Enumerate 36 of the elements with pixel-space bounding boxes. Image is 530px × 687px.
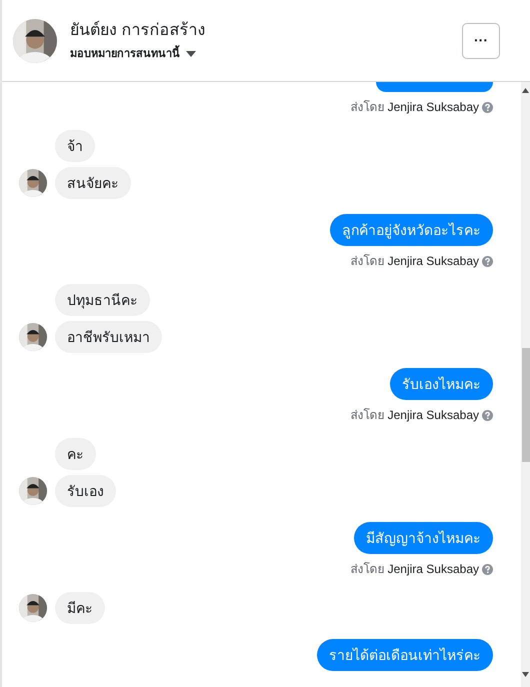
message-bubble: รับเอง — [55, 475, 116, 507]
message-bubble: ลูกค้าอยู่จังหวัดอะไรคะ — [330, 214, 493, 246]
avatar — [19, 594, 47, 622]
help-icon[interactable] — [482, 410, 493, 420]
caret-icon — [186, 51, 196, 57]
avatar — [13, 18, 57, 62]
more-button[interactable]: ··· — [462, 22, 500, 58]
help-icon[interactable] — [482, 564, 493, 574]
sender-name: Jenjira Suksabay — [388, 561, 479, 578]
scroll-up-icon[interactable] — [522, 88, 529, 93]
message-bubble: มีสัญญาจ้างไหมคะ — [354, 522, 493, 554]
sender-name: Jenjira Suksabay — [388, 99, 479, 116]
sent-by-label: ส่งโดย — [350, 561, 385, 578]
message-bubble: ปทุมธานีคะ — [55, 284, 150, 316]
sent-by-label: ส่งโดย — [350, 253, 385, 270]
scrollbar[interactable] — [521, 82, 530, 687]
assign-conversation-dropdown[interactable]: มอบหมายการสนทนานี้ — [70, 46, 196, 62]
message-bubble: จ้า — [55, 130, 95, 162]
sender-name: Jenjira Suksabay — [388, 407, 479, 424]
contact-name: ยันต์ยง การก่อสร้าง — [70, 20, 206, 41]
avatar — [19, 477, 47, 505]
sent-by-label: ส่งโดย — [350, 407, 385, 424]
sender-name: Jenjira Suksabay — [388, 253, 479, 270]
message-bubble: มีคะ — [55, 592, 105, 624]
message-bubble: รายได้ต่อเดือนเท่าไหร่คะ — [317, 639, 493, 671]
message-bubble: รับเองไหมคะ — [390, 368, 493, 400]
help-icon[interactable] — [482, 102, 493, 112]
message-bubble: คะ — [55, 438, 96, 470]
avatar — [19, 323, 47, 351]
scrollbar-thumb[interactable] — [522, 348, 530, 462]
message-bubble: สนจัยคะ — [55, 167, 131, 199]
help-icon[interactable] — [482, 256, 493, 266]
message-bubble: อาชีพรับเหมา — [55, 321, 162, 353]
scroll-down-icon[interactable] — [522, 672, 529, 677]
sent-by-label: ส่งโดย — [350, 99, 385, 116]
avatar — [19, 169, 47, 197]
